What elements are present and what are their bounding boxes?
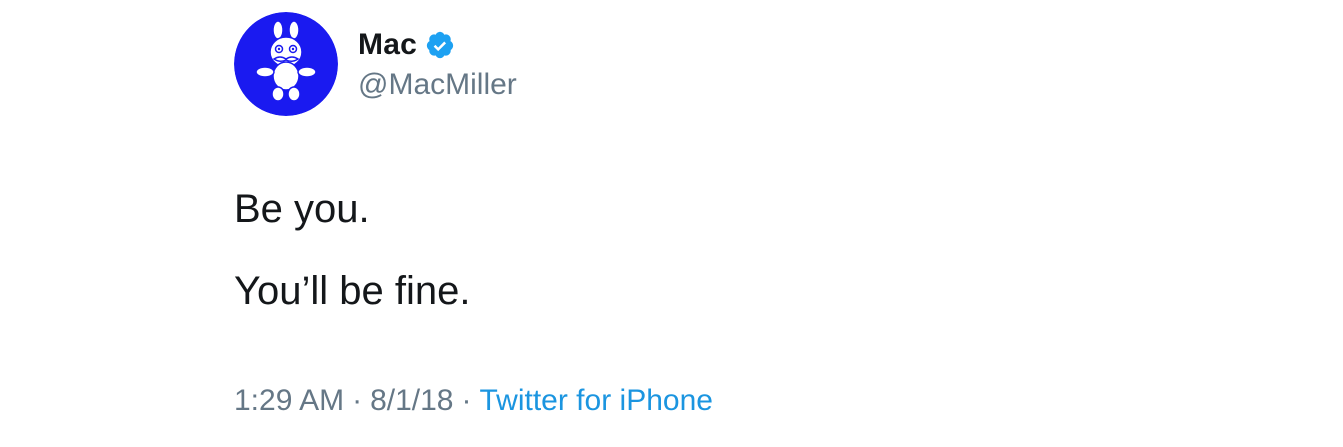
- tweet-card: Mac @MacMiller Be you. You’ll be fine. 1…: [234, 12, 1134, 442]
- tweet-date[interactable]: 8/1/18: [370, 384, 453, 417]
- tweet-meta: 1:29 AM · 8/1/18 · Twitter for iPhone: [234, 384, 713, 418]
- meta-separator: ·: [461, 384, 472, 417]
- avatar[interactable]: [234, 12, 338, 116]
- tweet-text: Be you. You’ll be fine.: [234, 168, 470, 332]
- verified-badge-icon: [425, 30, 455, 60]
- tweet-text-line: You’ll be fine.: [234, 269, 471, 313]
- author-names: Mac @MacMiller: [358, 26, 517, 102]
- tweet-time[interactable]: 1:29 AM: [234, 384, 344, 417]
- avatar-blue-character-icon: [234, 12, 338, 116]
- tweet-text-line: Be you.: [234, 187, 370, 231]
- name-row: Mac: [358, 26, 517, 64]
- handle[interactable]: @MacMiller: [358, 68, 517, 102]
- meta-separator: ·: [352, 384, 363, 417]
- tweet-source-link[interactable]: Twitter for iPhone: [480, 384, 713, 417]
- tweet-header: Mac @MacMiller: [234, 12, 517, 116]
- display-name[interactable]: Mac: [358, 28, 417, 62]
